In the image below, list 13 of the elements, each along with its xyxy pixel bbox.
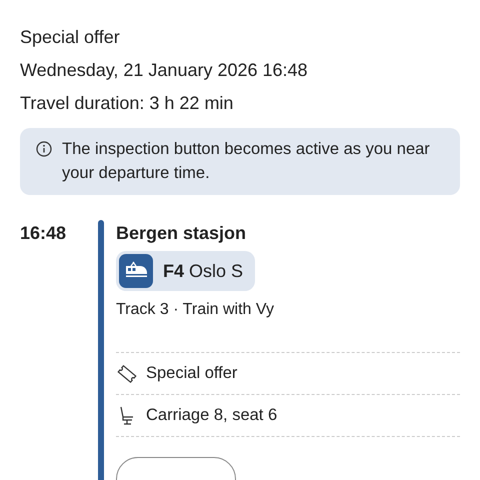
feature-text: Carriage 8, seat 6 xyxy=(146,406,278,425)
ticket-icon xyxy=(116,362,138,384)
trip-info-text: Travel duration: 3 h 22 min xyxy=(20,92,234,115)
info-icon xyxy=(36,141,52,157)
track-info: Track 3 · Train with Vy xyxy=(116,301,274,319)
feature-text: Special offer xyxy=(146,364,238,383)
departure-time: 16:48 xyxy=(20,222,68,245)
line-label: F4 Oslo S xyxy=(163,260,244,282)
trip-info-text: Wednesday, 21 January 2026 16:48 xyxy=(20,59,309,82)
station-name: Bergen stasjon xyxy=(116,222,246,245)
trip-info-text: Special offer xyxy=(20,26,121,49)
notice-text: The inspection button becomes active as you near your departure time. xyxy=(62,139,431,184)
train-icon xyxy=(119,254,153,288)
